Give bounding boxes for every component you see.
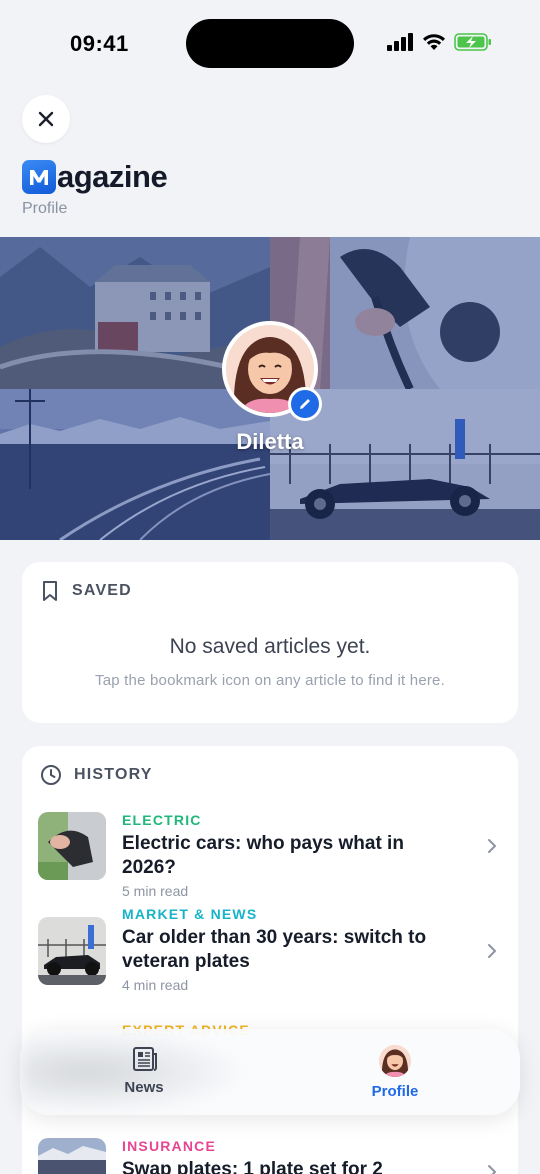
article-title: Electric cars: who pays what in 2026? <box>122 833 404 878</box>
article-title: Car older than 30 years: switch to veter… <box>122 927 427 972</box>
history-item[interactable]: ELECTRIC Electric cars: who pays what in… <box>38 812 502 899</box>
history-title: HISTORY <box>74 766 153 783</box>
system-icons <box>387 33 492 51</box>
chevron-right-icon <box>488 1165 496 1174</box>
battery-charging-icon <box>454 33 491 51</box>
close-icon <box>38 111 54 127</box>
status-bar: 09:41 <box>0 0 540 90</box>
tab-news-label: News <box>124 1079 164 1096</box>
history-item[interactable]: INSURANCE Swap plates: 1 plate set for 2… <box>38 1138 502 1174</box>
article-thumbnail <box>38 917 106 985</box>
profile-avatar-icon <box>379 1045 411 1077</box>
cellular-signal-icon <box>387 33 413 51</box>
profile-name: Diletta <box>236 429 304 454</box>
brand-name: agazine <box>57 159 168 194</box>
brand-logo: agazine <box>22 159 168 195</box>
bookmark-icon <box>43 581 57 601</box>
status-time: 09:41 <box>70 31 129 56</box>
history-item[interactable]: MARKET & NEWS Car older than 30 years: s… <box>38 906 502 996</box>
newspaper-icon <box>133 1047 157 1071</box>
article-thumbnail <box>38 812 106 880</box>
edit-avatar-button[interactable] <box>288 387 322 421</box>
chevron-right-icon <box>488 944 496 958</box>
article-category: MARKET & NEWS <box>122 906 258 922</box>
tab-news[interactable]: News <box>69 1045 219 1096</box>
article-category: ELECTRIC <box>122 812 202 828</box>
saved-empty-message: No saved articles yet. <box>169 635 371 658</box>
saved-title: SAVED <box>72 582 132 599</box>
profile-avatar[interactable] <box>222 321 322 421</box>
tab-bar: News Profile <box>20 1029 520 1115</box>
brand-logo-mark <box>22 160 56 194</box>
article-text: INSURANCE Swap plates: 1 plate set for 2… <box>122 1138 462 1174</box>
tab-profile-label: Profile <box>371 1083 419 1100</box>
profile-hero: Diletta <box>0 237 540 540</box>
pencil-icon <box>300 399 310 409</box>
article-text: ELECTRIC Electric cars: who pays what in… <box>122 812 462 899</box>
article-text: MARKET & NEWS Car older than 30 years: s… <box>122 906 462 993</box>
clock-icon <box>41 765 61 785</box>
article-category: INSURANCE <box>122 1138 217 1154</box>
dynamic-island <box>186 19 354 68</box>
saved-empty-hint: Tap the bookmark icon on any article to … <box>95 672 445 689</box>
tab-profile[interactable]: Profile <box>320 1045 470 1100</box>
article-title: Swap plates: 1 plate set for 2 vehicles <box>122 1159 383 1174</box>
article-thumbnail <box>38 1138 106 1174</box>
page-subtitle: Profile <box>22 200 68 217</box>
wifi-icon <box>423 34 445 50</box>
article-read-time: 5 min read <box>122 883 189 899</box>
saved-card: SAVED No saved articles yet. Tap the boo… <box>22 562 518 723</box>
article-read-time: 4 min read <box>122 977 189 993</box>
saved-header: SAVED <box>40 580 132 602</box>
close-button[interactable] <box>22 95 70 143</box>
history-header: HISTORY <box>40 764 153 786</box>
chevron-right-icon <box>488 839 496 853</box>
